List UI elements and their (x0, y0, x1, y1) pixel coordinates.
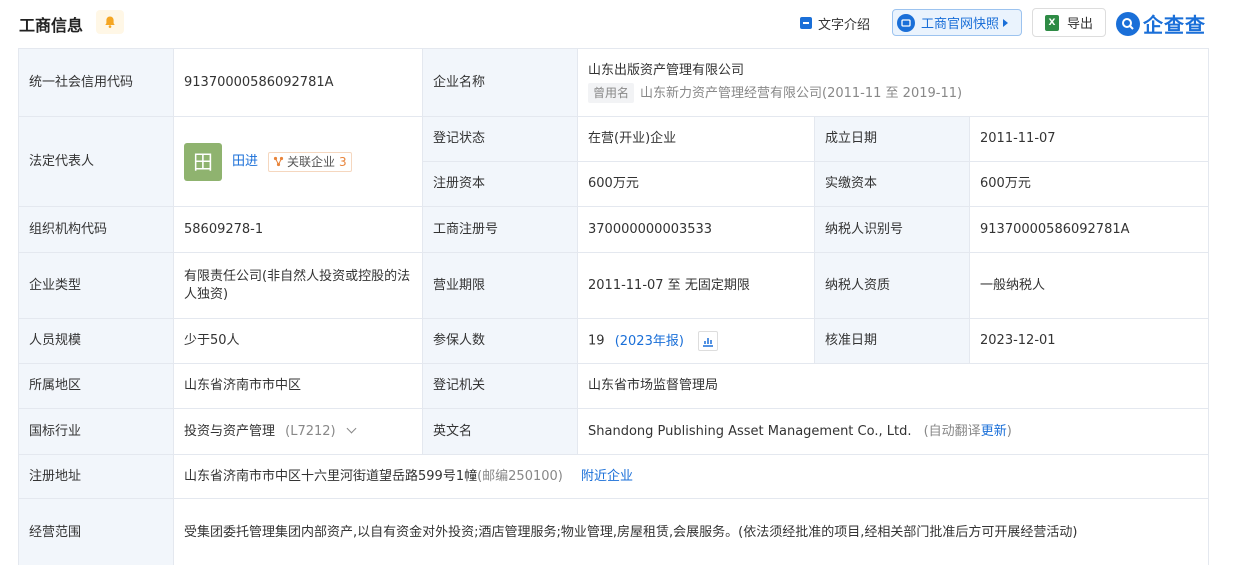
text-intro-button[interactable]: 文字介绍 (800, 11, 870, 35)
nearby-companies-link[interactable]: 附近企业 (581, 469, 633, 484)
taxpayer-id-value: 91370000586092781A (968, 206, 1210, 253)
related-label: 关联企业 (287, 154, 336, 169)
authority-value: 山东省市场监督管理局 (576, 363, 1210, 409)
update-link[interactable]: 更新 (981, 424, 1007, 439)
biz-reg-no-label: 工商注册号 (422, 206, 578, 253)
founded-value: 2011-11-07 (968, 116, 1210, 162)
official-snapshot-button[interactable]: 工商官网快照 (892, 9, 1022, 36)
former-name-tag: 曾用名 (588, 83, 635, 103)
table-row: 注册地址 山东省济南市市中区十六里河街道望岳路599号1幢(邮编250100) … (18, 454, 1210, 499)
legal-rep: 田 田进 关联企业 3 (184, 142, 352, 181)
authority-label: 登记机关 (422, 363, 578, 409)
section-title: 工商信息 (19, 16, 84, 35)
legal-rep-name-link[interactable]: 田进 (232, 153, 258, 171)
qcc-logo-icon (1116, 11, 1140, 36)
address-value: 山东省济南市市中区十六里河街道望岳路599号1幢 (184, 468, 478, 484)
related-companies-badge[interactable]: 关联企业 3 (268, 151, 352, 172)
annual-report-link[interactable]: (2023年报) (615, 334, 684, 349)
scope-label: 经营范围 (18, 498, 174, 565)
paid-capital-label: 实缴资本 (814, 161, 970, 207)
insured-value: 19 (588, 333, 605, 349)
address-cell: 山东省济南市市中区十六里河街道望岳路599号1幢(邮编250100) 附近企业 (172, 454, 1210, 499)
table-row: 国标行业 投资与资产管理 (L7212) 英文名 Shandong Publis… (18, 408, 1210, 455)
table-row: 法定代表人 田 田进 关联企业 3 登记状态 在营(开业)企业 成立日期 2011… (18, 116, 1210, 207)
trend-chart-icon[interactable] (698, 331, 719, 351)
english-name-label: 英文名 (422, 408, 578, 455)
reg-capital-value: 600万元 (577, 161, 815, 207)
region-label: 所属地区 (18, 363, 174, 409)
table-row: 人员规模 少于50人 参保人数 19 (2023年报) 核准日期 2023-12… (18, 318, 1210, 364)
business-info-table: 统一社会信用代码 91370000586092781A 企业名称 山东出版资产管… (18, 48, 1210, 565)
biz-term-label: 营业期限 (422, 252, 578, 319)
org-code-value: 58609278-1 (173, 206, 423, 253)
biz-term-value: 2011-11-07 至 无固定期限 (577, 252, 815, 319)
table-row: 企业类型 有限责任公司(非自然人投资或控股的法人独资) 营业期限 2011-11… (18, 252, 1210, 319)
avatar: 田 (184, 142, 222, 181)
related-count: 3 (339, 154, 347, 169)
region-value: 山东省济南市市中区 (173, 363, 423, 409)
caret-right-icon (1003, 18, 1009, 27)
credit-code-value: 91370000586092781A (173, 48, 423, 117)
english-name-value: Shandong Publishing Asset Management Co.… (588, 423, 912, 439)
table-row: 所属地区 山东省济南市市中区 登记机关 山东省市场监督管理局 (18, 363, 1210, 409)
export-button[interactable]: X 导出 (1032, 8, 1106, 37)
address-label: 注册地址 (18, 454, 174, 499)
taxpayer-id-label: 纳税人识别号 (814, 206, 970, 253)
english-name-cell: Shandong Publishing Asset Management Co.… (576, 408, 1210, 455)
industry-code: (L7212) (285, 423, 336, 439)
excel-icon: X (1044, 14, 1059, 31)
auto-translate-note: (自动翻译 (923, 423, 981, 439)
snapshot-icon (897, 13, 915, 32)
former-name-value: 山东新力资产管理经营有限公司 (640, 86, 823, 101)
reg-capital-label: 注册资本 (422, 161, 578, 207)
industry-label: 国标行业 (18, 408, 174, 455)
table-row: 经营范围 受集团委托管理集团内部资产,以自有资金对外投资;酒店管理服务;物业管理… (18, 498, 1210, 565)
former-name-line: 曾用名 山东新力资产管理经营有限公司(2011-11 至 2019-11) (588, 83, 1198, 103)
staff-size-label: 人员规模 (18, 318, 174, 364)
network-icon (273, 156, 284, 167)
bell-icon[interactable] (96, 10, 124, 34)
paid-capital-value: 600万元 (968, 161, 1210, 207)
company-type-value: 有限责任公司(非自然人投资或控股的法人独资) (173, 252, 423, 319)
scope-value: 受集团委托管理集团内部资产,以自有资金对外投资;酒店管理服务;物业管理,房屋租赁… (172, 498, 1210, 565)
chevron-down-icon[interactable] (346, 423, 357, 433)
snapshot-label: 工商官网快照 (921, 17, 1000, 32)
company-name-label: 企业名称 (422, 48, 578, 117)
taxpayer-qual-value: 一般纳税人 (968, 252, 1210, 319)
brand-logo: 企查查 (1116, 9, 1206, 38)
org-code-label: 组织机构代码 (18, 206, 174, 253)
founded-label: 成立日期 (814, 116, 970, 162)
reg-status-value: 在营(开业)企业 (577, 116, 815, 162)
table-row: 组织机构代码 58609278-1 工商注册号 370000000003533 … (18, 206, 1210, 253)
insured-cell: 19 (2023年报) (577, 318, 815, 364)
brand-name: 企查查 (1143, 13, 1206, 37)
legal-rep-label: 法定代表人 (18, 116, 174, 207)
credit-code-label: 统一社会信用代码 (18, 48, 174, 117)
company-name-value: 山东出版资产管理有限公司 (588, 63, 745, 78)
reg-status-label: 登记状态 (422, 116, 578, 162)
former-name-period: (2011-11 至 2019-11) (822, 86, 963, 101)
doc-icon (800, 17, 812, 29)
biz-reg-no-value: 370000000003533 (577, 206, 815, 253)
industry-value: 投资与资产管理 (184, 423, 276, 439)
company-name-cell: 山东出版资产管理有限公司 曾用名 山东新力资产管理经营有限公司(2011-11 至… (576, 48, 1210, 117)
industry-cell[interactable]: 投资与资产管理 (L7212) (173, 408, 423, 455)
auto-translate-close: ) (1006, 423, 1012, 439)
approved-label: 核准日期 (814, 318, 970, 364)
table-row: 统一社会信用代码 91370000586092781A 企业名称 山东出版资产管… (18, 48, 1210, 117)
legal-rep-cell: 田 田进 关联企业 3 (173, 116, 423, 207)
postcode: (邮编250100) (477, 468, 563, 484)
staff-size-value: 少于50人 (173, 318, 423, 364)
export-label: 导出 (1066, 17, 1093, 32)
section-header: 工商信息 文字介绍 工商官网快照 X 导出 企查查 (0, 0, 1234, 48)
insured-label: 参保人数 (422, 318, 578, 364)
taxpayer-qual-label: 纳税人资质 (814, 252, 970, 319)
approved-value: 2023-12-01 (968, 318, 1210, 364)
text-intro-label: 文字介绍 (818, 17, 871, 33)
company-type-label: 企业类型 (18, 252, 174, 319)
